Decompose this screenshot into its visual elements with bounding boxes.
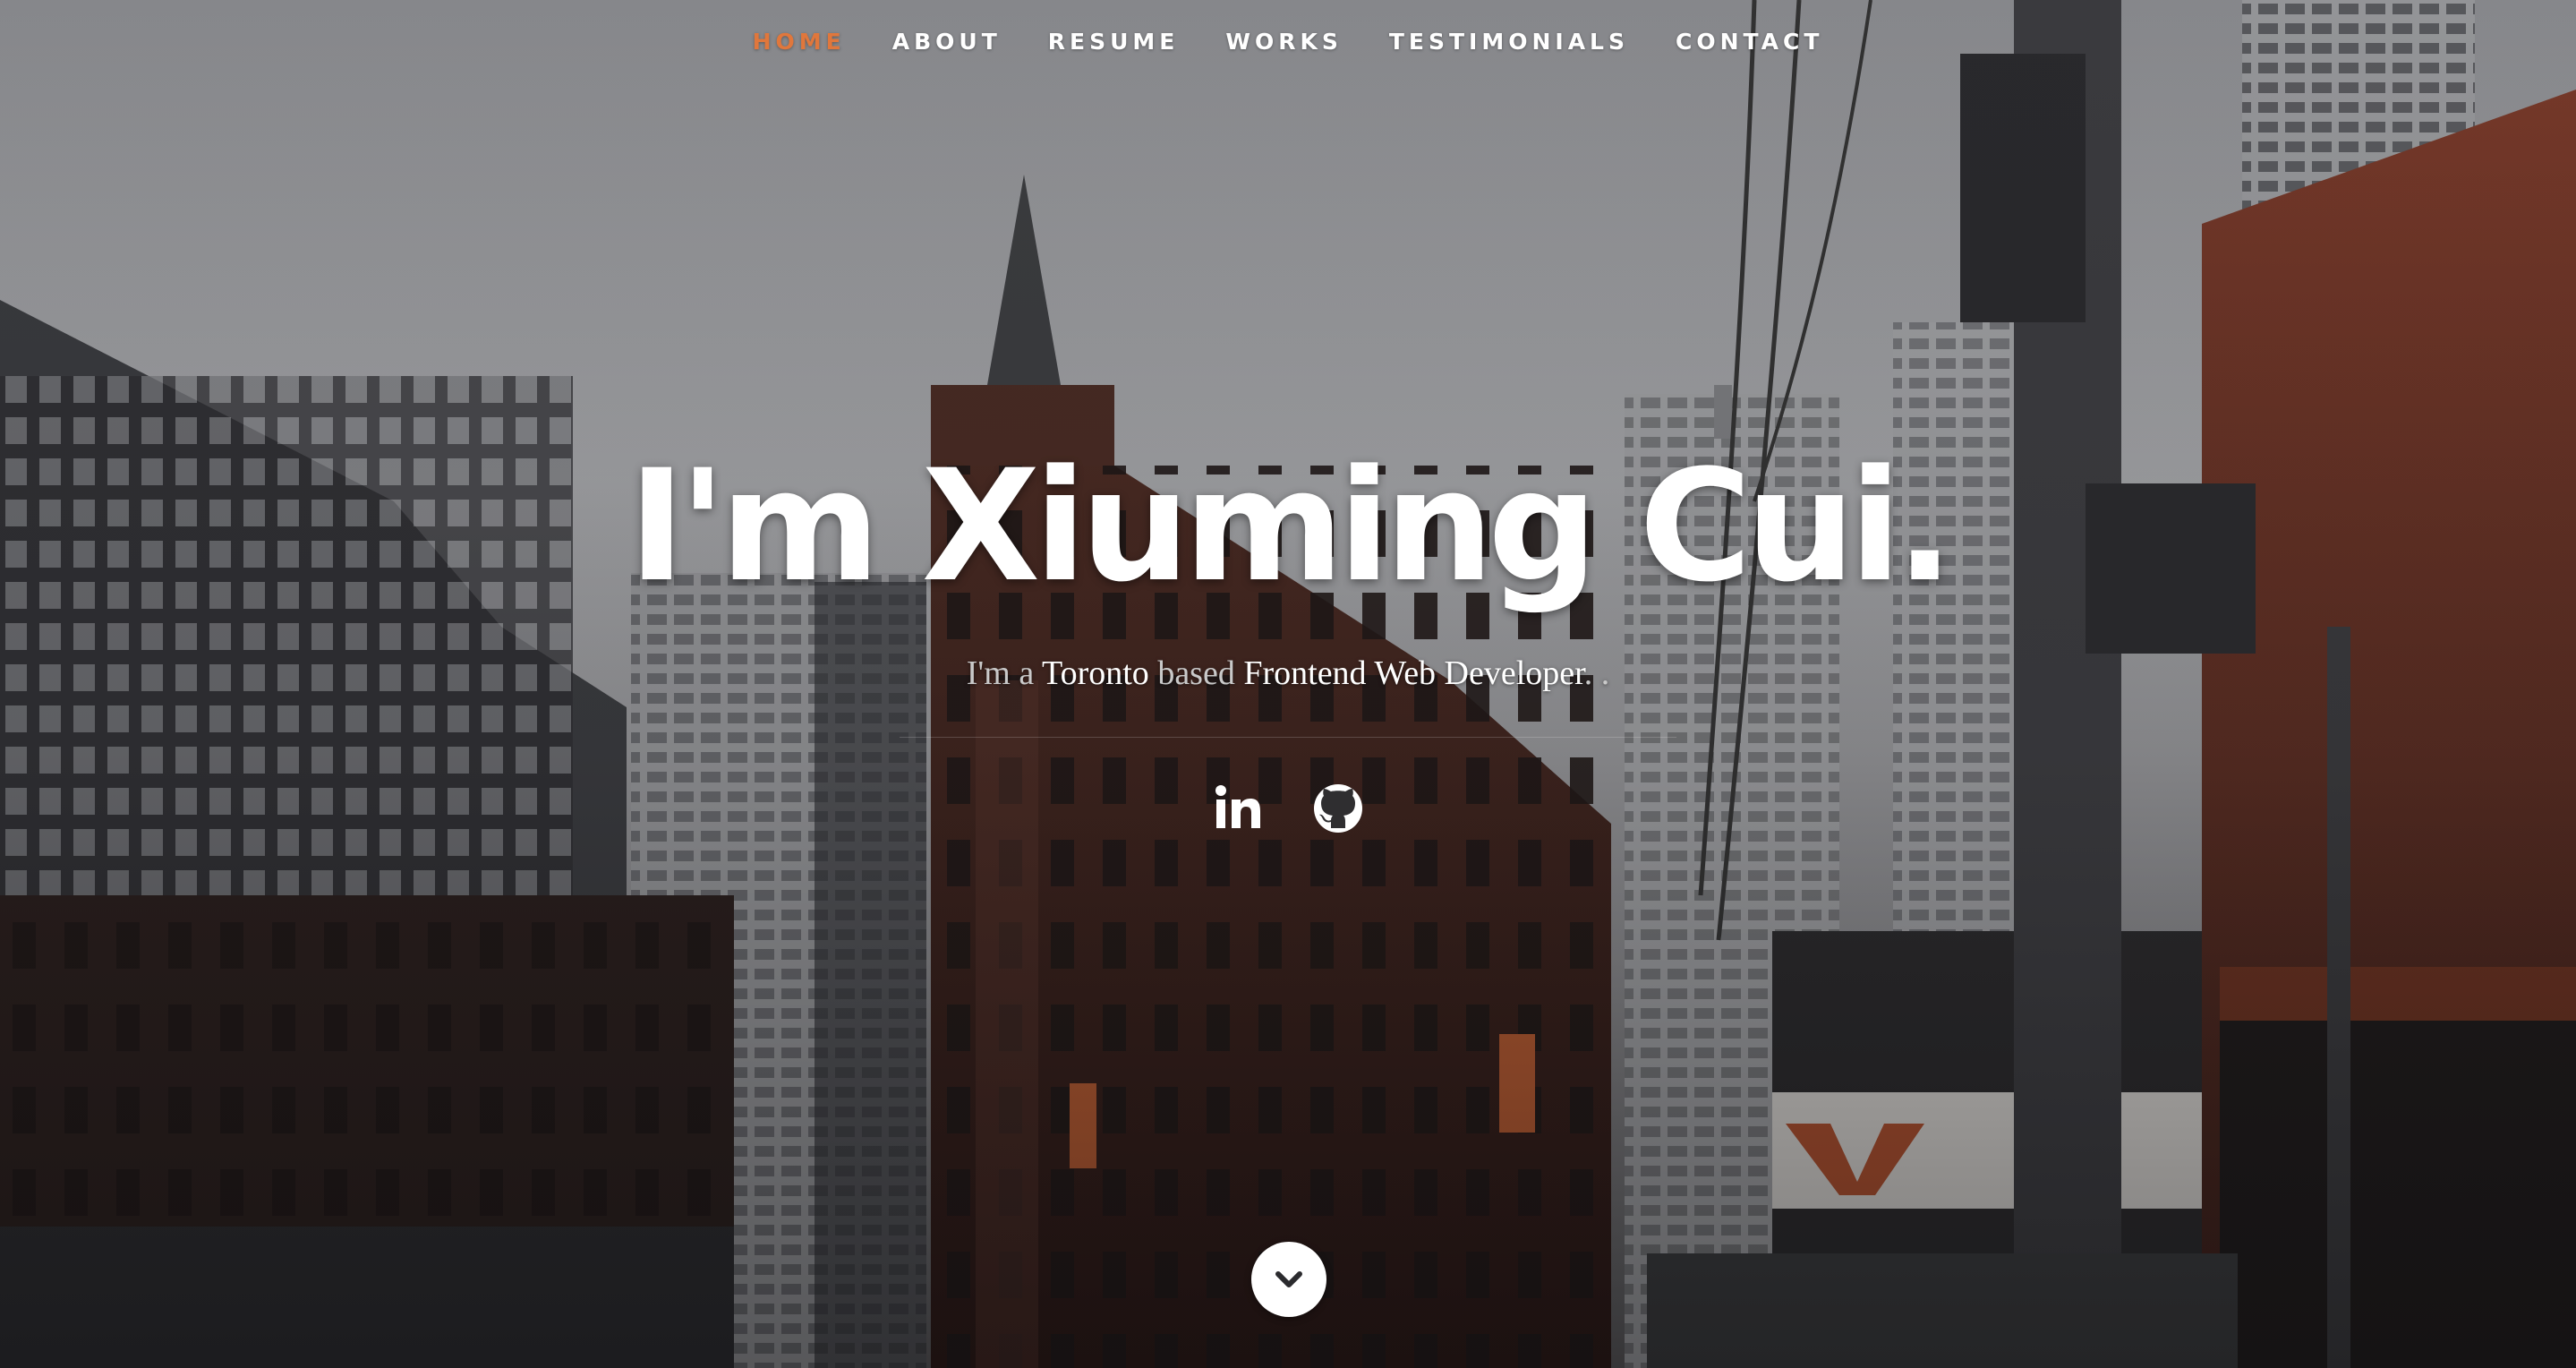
nav-testimonials-link[interactable]: TESTIMONIALS: [1366, 29, 1652, 55]
subtitle-text: I'm a: [966, 654, 1043, 692]
subtitle-text: based: [1148, 654, 1244, 692]
nav-works-link[interactable]: WORKS: [1202, 29, 1365, 55]
github-icon: [1314, 784, 1362, 833]
linkedin-link[interactable]: [1209, 780, 1267, 837]
nav-about-link[interactable]: ABOUT: [869, 29, 1025, 55]
main-nav: HOME ABOUT RESUME WORKS TESTIMONIALS CON…: [0, 0, 2576, 82]
linkedin-icon: [1215, 785, 1260, 828]
hero-divider: [900, 737, 1676, 738]
nav-home-link[interactable]: HOME: [729, 29, 869, 55]
hero-title: I'm Xiuming Cui.: [627, 436, 1954, 616]
nav-contact-link[interactable]: CONTACT: [1652, 29, 1847, 55]
hero-subtitle: I'm a Toronto based Frontend Web Develop…: [0, 646, 2576, 700]
subtitle-city: Toronto: [1042, 654, 1149, 692]
social-links: [0, 777, 2576, 840]
subtitle-role: Frontend Web Developer: [1243, 654, 1584, 692]
scroll-down-button[interactable]: [1251, 1242, 1326, 1317]
nav-resume-link[interactable]: RESUME: [1025, 29, 1203, 55]
subtitle-text: . .: [1583, 654, 1610, 692]
github-link[interactable]: [1309, 780, 1367, 837]
chevron-down-icon: [1275, 1271, 1302, 1287]
